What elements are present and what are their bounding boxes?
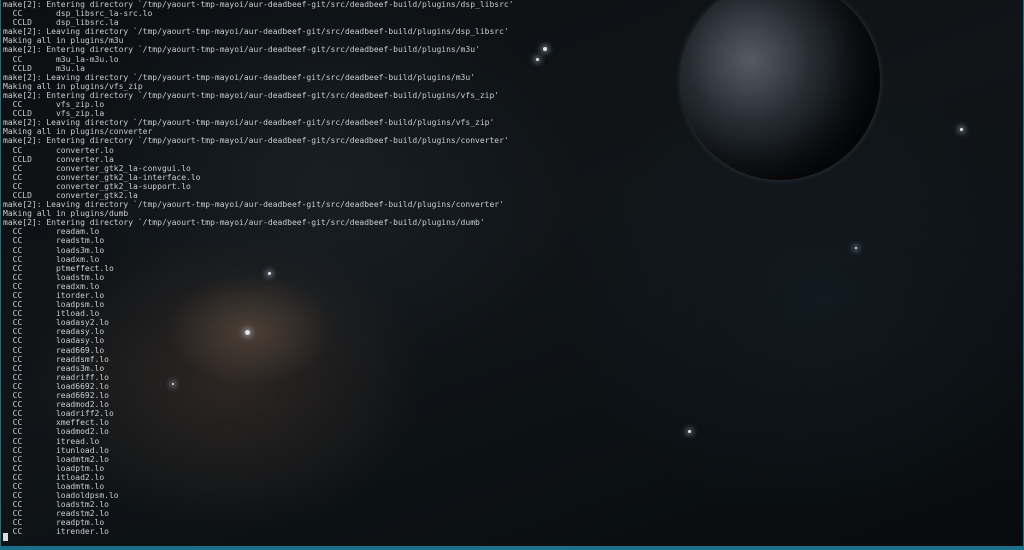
terminal-line: CC loadxm.lo <box>3 254 100 264</box>
terminal-line: CC ptmeffect.lo <box>3 263 114 273</box>
terminal-line: CC loadmtm2.lo <box>3 454 109 464</box>
terminal-line: CC readxm.lo <box>3 281 100 291</box>
terminal-line: CC readdsmf.lo <box>3 354 109 364</box>
terminal-line: make[2]: Entering directory `/tmp/yaourt… <box>3 218 485 228</box>
terminal-line: CC loadasy2.lo <box>3 318 109 328</box>
terminal-line: Making all in plugins/converter <box>3 127 153 137</box>
terminal-line: CC reads3m.lo <box>3 363 105 373</box>
terminal-line: CC converter_gtk2_la-interface.lo <box>3 172 201 182</box>
terminal-line: Making all in plugins/dumb <box>3 209 129 219</box>
terminal-line: make[2]: Leaving directory `/tmp/yaourt-… <box>3 118 495 128</box>
terminal-line: CC read6692.lo <box>3 391 109 401</box>
window-border-left <box>0 0 1 550</box>
terminal-line: CC itread.lo <box>3 436 100 446</box>
terminal-line: CC loadasy.lo <box>3 336 105 346</box>
terminal-line: make[2]: Entering directory `/tmp/yaourt… <box>3 90 500 100</box>
terminal-line: CC loadptm.lo <box>3 463 105 473</box>
terminal-line: CC vfs_zip.lo <box>3 100 105 110</box>
terminal-line: CC loadstm.lo <box>3 272 105 282</box>
terminal-line: CCLD converter.la <box>3 154 114 164</box>
terminal-line: CC xmeffect.lo <box>3 418 109 428</box>
terminal-line: CC loadstm2.lo <box>3 500 109 510</box>
terminal-line: CC m3u_la-m3u.lo <box>3 54 119 64</box>
terminal-line: CC converter_gtk2_la-convgui.lo <box>3 163 191 173</box>
terminal-line: CC loadmtm.lo <box>3 481 105 491</box>
terminal-line: CC loadoldpsm.lo <box>3 491 119 501</box>
terminal-line: CCLD vfs_zip.la <box>3 109 105 119</box>
terminal-line: Making all in plugins/vfs_zip <box>3 81 143 91</box>
terminal-line: CC readstm2.lo <box>3 509 109 519</box>
terminal-line: CC converter_gtk2_la-support.lo <box>3 181 191 191</box>
terminal-line: CC itload.lo <box>3 309 100 319</box>
terminal-line: CC read669.lo <box>3 345 105 355</box>
terminal-line: Making all in plugins/m3u <box>3 36 124 46</box>
terminal-line: make[2]: Leaving directory `/tmp/yaourt-… <box>3 200 504 210</box>
terminal-line: make[2]: Entering directory `/tmp/yaourt… <box>3 0 514 9</box>
terminal-line: make[2]: Leaving directory `/tmp/yaourt-… <box>3 72 476 82</box>
terminal-line: CC itunload.lo <box>3 445 109 455</box>
terminal-line: CC readasy.lo <box>3 327 105 337</box>
terminal-line: CC itrender.lo <box>3 527 109 537</box>
terminal-line: make[2]: Entering directory `/tmp/yaourt… <box>3 45 480 55</box>
terminal-line: CC readam.lo <box>3 227 100 237</box>
terminal-line: CC converter.lo <box>3 145 114 155</box>
terminal-line: CC readriff.lo <box>3 372 109 382</box>
terminal-line: CC itorder.lo <box>3 291 105 300</box>
terminal-line: CCLD m3u.la <box>3 63 85 73</box>
terminal-line: make[2]: Leaving directory `/tmp/yaourt-… <box>3 27 509 37</box>
terminal-line: CC readptm.lo <box>3 518 105 528</box>
window-border-bottom <box>0 546 1024 550</box>
terminal-line: make[2]: Entering directory `/tmp/yaourt… <box>3 136 509 146</box>
terminal-line: CC loadriff2.lo <box>3 409 114 419</box>
terminal-cursor <box>3 533 8 541</box>
terminal-line: CC load6692.lo <box>3 381 109 391</box>
terminal-line: CC itload2.lo <box>3 472 105 482</box>
terminal-line: CC readmod2.lo <box>3 400 109 410</box>
terminal-line: CC loadmod2.lo <box>3 427 109 437</box>
terminal-line: CCLD dsp_libsrc.la <box>3 18 119 28</box>
terminal-line: CC loadpsm.lo <box>3 300 105 310</box>
terminal-line: CC readstm.lo <box>3 236 105 246</box>
terminal-output: make[2]: Entering directory `/tmp/yaourt… <box>3 0 1024 537</box>
desktop-wallpaper: make[2]: Entering directory `/tmp/yaourt… <box>0 0 1024 550</box>
terminal-line: CC loads3m.lo <box>3 245 105 255</box>
terminal-line: CCLD converter_gtk2.la <box>3 190 138 200</box>
terminal-line: CC dsp_libsrc_la-src.lo <box>3 9 153 19</box>
terminal-window[interactable]: make[2]: Entering directory `/tmp/yaourt… <box>0 0 1024 550</box>
